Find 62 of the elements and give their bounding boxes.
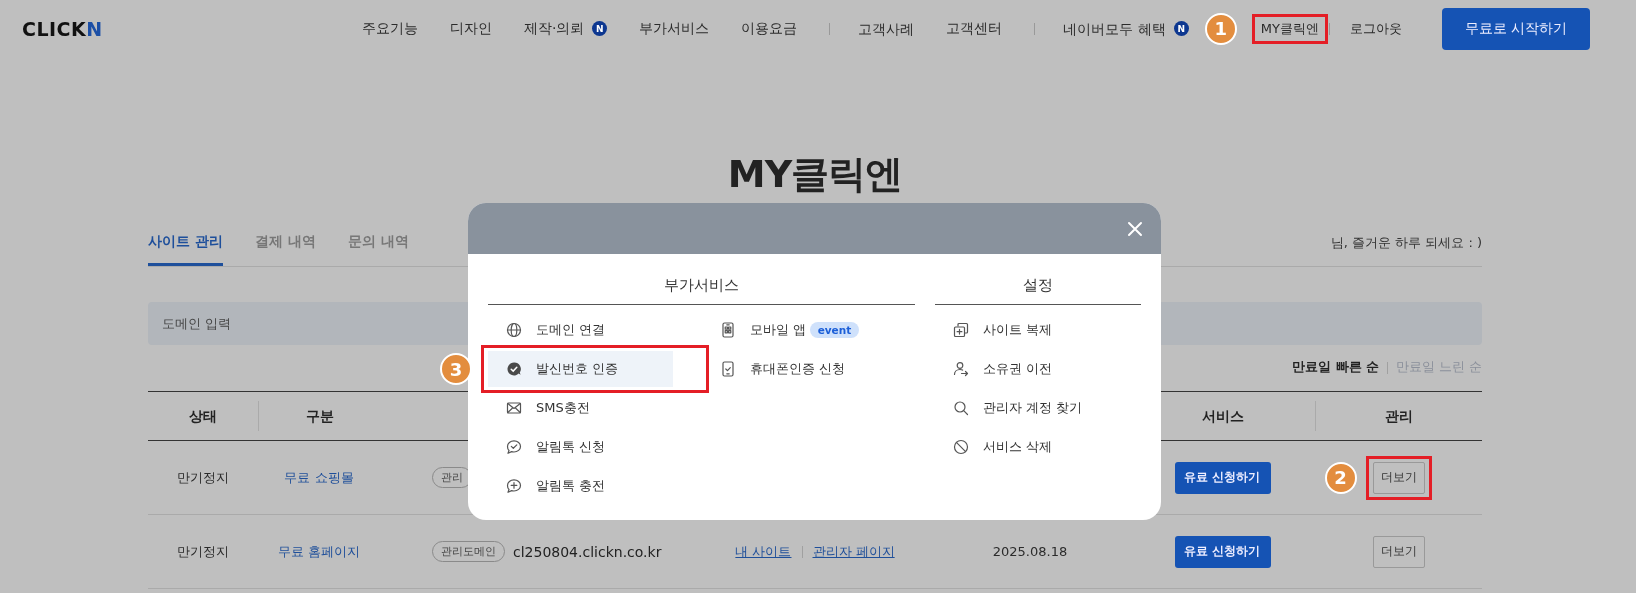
more-button[interactable]: 더보기: [1372, 461, 1425, 494]
nav-link[interactable]: 네이버모두 혜택: [1034, 22, 1166, 35]
menu-item[interactable]: 소유권 이전: [935, 351, 1063, 387]
person-arrow-icon: [953, 361, 969, 377]
nav-link[interactable]: 고객사례: [829, 22, 915, 35]
upgrade-button[interactable]: 유료 신청하기: [1174, 535, 1271, 568]
phone-grid-icon: [719, 322, 736, 338]
phone-check-icon: [719, 361, 736, 377]
greeting-text: 님, 즐거운 하루 되세요 : ): [1330, 234, 1482, 252]
site-type-link[interactable]: 무료 홈페이지: [277, 542, 361, 561]
menu-item[interactable]: 사이트 복제: [935, 312, 1063, 348]
menu-item[interactable]: 관리자 계정 찾기: [935, 390, 1093, 426]
nav-link[interactable]: 제작·의뢰: [523, 19, 585, 38]
sort-option[interactable]: 만료일 빠른 순: [1292, 359, 1380, 376]
column-header: 상태: [188, 407, 218, 426]
my-page-link[interactable]: MY클릭엔: [1260, 19, 1319, 38]
step-marker: 3: [440, 353, 472, 385]
menu-item[interactable]: 알림톡 신청: [488, 429, 616, 465]
site-type-link[interactable]: 무료 쇼핑몰: [284, 468, 354, 487]
column-header: 관리: [1315, 401, 1482, 431]
page-title: MY클릭엔: [726, 151, 904, 198]
nav-link[interactable]: 부가서비스: [639, 19, 710, 38]
status-text: 만기정지: [177, 542, 229, 561]
search-icon: [953, 400, 969, 416]
nav-link[interactable]: 디자인: [449, 19, 492, 38]
nav-link[interactable]: 주요기능: [361, 19, 418, 38]
upgrade-button[interactable]: 유료 신청하기: [1174, 461, 1271, 494]
section-heading: 부가서비스: [488, 254, 915, 305]
site-link[interactable]: 내 사이트: [735, 542, 792, 561]
site-link[interactable]: 관리자 페이지: [812, 542, 895, 561]
check-badge-icon: [506, 361, 522, 377]
nav-link[interactable]: 고객센터: [946, 19, 1003, 38]
menu-item[interactable]: 발신번호 인증: [488, 351, 673, 387]
logout-link[interactable]: 로그아웃: [1350, 19, 1402, 38]
chat-plus-icon: [506, 478, 522, 494]
step-marker: 2: [1324, 461, 1357, 494]
step-marker: 1: [1204, 12, 1237, 45]
tab[interactable]: 사이트 관리: [148, 227, 223, 266]
new-badge: N: [1173, 21, 1189, 36]
column-header: 구분: [258, 401, 380, 431]
chat-check-icon: [506, 439, 522, 455]
menu-item[interactable]: 서비스 삭제: [935, 429, 1063, 465]
event-badge: event: [809, 322, 860, 338]
section-heading: 설정: [935, 254, 1141, 305]
menu-item[interactable]: 휴대폰인증 신청: [701, 351, 855, 387]
globe-icon: [506, 322, 522, 338]
menu-item[interactable]: SMS충전: [488, 390, 600, 426]
menu-item[interactable]: 알림톡 충전: [488, 468, 616, 504]
domain-text: cl250804.clickn.co.kr: [513, 543, 662, 560]
more-button[interactable]: 더보기: [1372, 535, 1425, 568]
logo[interactable]: CLICKN: [22, 17, 103, 40]
close-icon[interactable]: [1127, 220, 1143, 237]
ban-icon: [953, 439, 969, 455]
menu-item[interactable]: 도메인 연결: [488, 312, 616, 348]
new-badge: N: [592, 21, 608, 36]
envelope-icon: [506, 400, 522, 416]
nav-link[interactable]: 이용요금: [741, 19, 798, 38]
status-text: 만기정지: [177, 468, 229, 487]
highlight-frame: [1365, 455, 1432, 500]
copy-plus-icon: [953, 322, 969, 338]
expiry-date: 2025.08.18: [992, 544, 1068, 559]
start-button[interactable]: 무료로 시작하기: [1442, 7, 1590, 50]
